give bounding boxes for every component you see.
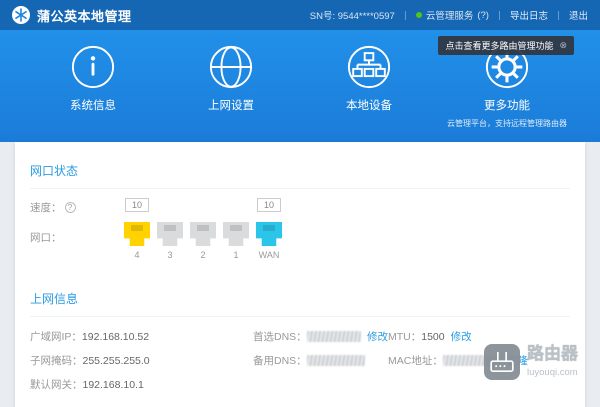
globe-icon <box>208 44 254 90</box>
dns1-label: 首选DNS： <box>253 331 307 343</box>
watermark-domain: luyouqi.com <box>527 367 578 378</box>
divider <box>404 10 406 20</box>
port-label: 网口： <box>30 232 62 244</box>
router-admin-page: 蒲公英本地管理 SN号: 9544****0597 云管理服务 (?) 导出日志… <box>0 0 600 407</box>
port-wan: WAN <box>255 222 283 260</box>
status-dot-icon <box>415 12 422 18</box>
speed-row: 速度： ? 10 10 <box>30 198 570 216</box>
ports-row: 网口： 4 3 2 1 WAN <box>30 222 570 270</box>
mtu-label: MTU： <box>388 331 422 343</box>
ethernet-port-icon <box>190 222 216 246</box>
tab-more-features[interactable]: 更多功能 云管理平台，支持远程管理路由器 <box>441 44 573 129</box>
gateway-label: 默认网关： <box>30 379 83 391</box>
header-bar: 蒲公英本地管理 SN号: 9544****0597 云管理服务 (?) 导出日志… <box>0 0 600 30</box>
section-heading-wireless: 无线网络信息 <box>30 392 570 407</box>
watermark: 路由器 luyouqi.com <box>484 344 578 380</box>
mask-label: 子网掩码： <box>30 355 83 367</box>
tab-local-devices[interactable]: 本地设备 <box>303 44 435 113</box>
dns1-value-redacted <box>306 331 361 342</box>
info-icon <box>70 44 116 90</box>
tab-label: 本地设备 <box>346 100 392 112</box>
cloud-service-label: 云管理服务 <box>425 11 474 22</box>
port-number: 4 <box>134 250 140 260</box>
tab-caption: 云管理平台，支持远程管理路由器 <box>447 119 567 128</box>
tooltip-close-icon[interactable]: ⊗ <box>559 40 567 51</box>
port-3: 3 <box>156 222 184 260</box>
modify-mtu-link[interactable]: 修改 <box>451 329 472 344</box>
port-number: 3 <box>167 250 173 260</box>
tab-internet-settings[interactable]: 上网设置 <box>165 44 297 113</box>
logout-link[interactable]: 退出 <box>569 8 588 22</box>
oray-logo-icon <box>12 6 30 24</box>
port-number: 1 <box>233 250 239 260</box>
speed-badge-port4: 10 <box>125 198 149 212</box>
port-number: WAN <box>258 250 280 260</box>
section-heading-port-status: 网口状态 <box>30 142 570 189</box>
tab-label: 更多功能 <box>484 100 530 112</box>
ethernet-port-icon <box>124 222 150 246</box>
cloud-service-status: 云管理服务 (?) <box>415 8 489 22</box>
tooltip-text: 点击查看更多路由管理功能 <box>445 41 554 51</box>
ethernet-port-icon <box>256 222 282 246</box>
port-4: 4 <box>123 222 151 260</box>
gateway-value: 192.168.10.1 <box>82 378 144 391</box>
divider <box>557 10 559 20</box>
router-icon <box>484 344 520 380</box>
tab-label: 上网设置 <box>208 100 254 112</box>
dns2-value-redacted <box>306 355 365 366</box>
divider <box>498 10 500 20</box>
speed-help-icon[interactable]: ? <box>64 202 76 213</box>
wan-ip-label: 广域网IP： <box>30 331 82 343</box>
cloud-help-icon[interactable]: (?) <box>477 10 489 21</box>
ethernet-port-icon <box>157 222 183 246</box>
more-features-tooltip: 点击查看更多路由管理功能 ⊗ <box>438 36 574 55</box>
wan-ip-value: 192.168.10.52 <box>81 330 150 343</box>
dns2-label: 备用DNS： <box>253 355 307 367</box>
mac-label: MAC地址： <box>388 355 443 367</box>
speed-label: 速度： <box>30 202 62 214</box>
topology-icon <box>346 44 392 90</box>
watermark-name: 路由器 <box>527 344 578 363</box>
modify-dns-link[interactable]: 修改 <box>367 329 388 344</box>
mask-value: 255.255.255.0 <box>82 354 150 367</box>
tab-label: 系统信息 <box>70 100 116 112</box>
port-1: 1 <box>222 222 250 260</box>
app-title: 蒲公英本地管理 <box>37 8 132 24</box>
section-heading-internet: 上网信息 <box>30 270 570 317</box>
ethernet-port-icon <box>223 222 249 246</box>
tab-system-info[interactable]: 系统信息 <box>27 44 159 113</box>
port-2: 2 <box>189 222 217 260</box>
sn-label: SN号: 9544****0597 <box>309 11 395 22</box>
port-number: 2 <box>200 250 206 260</box>
speed-badge-wan: 10 <box>257 198 281 212</box>
export-log-link[interactable]: 导出日志 <box>510 8 548 22</box>
mtu-value: 1500 <box>421 330 445 343</box>
